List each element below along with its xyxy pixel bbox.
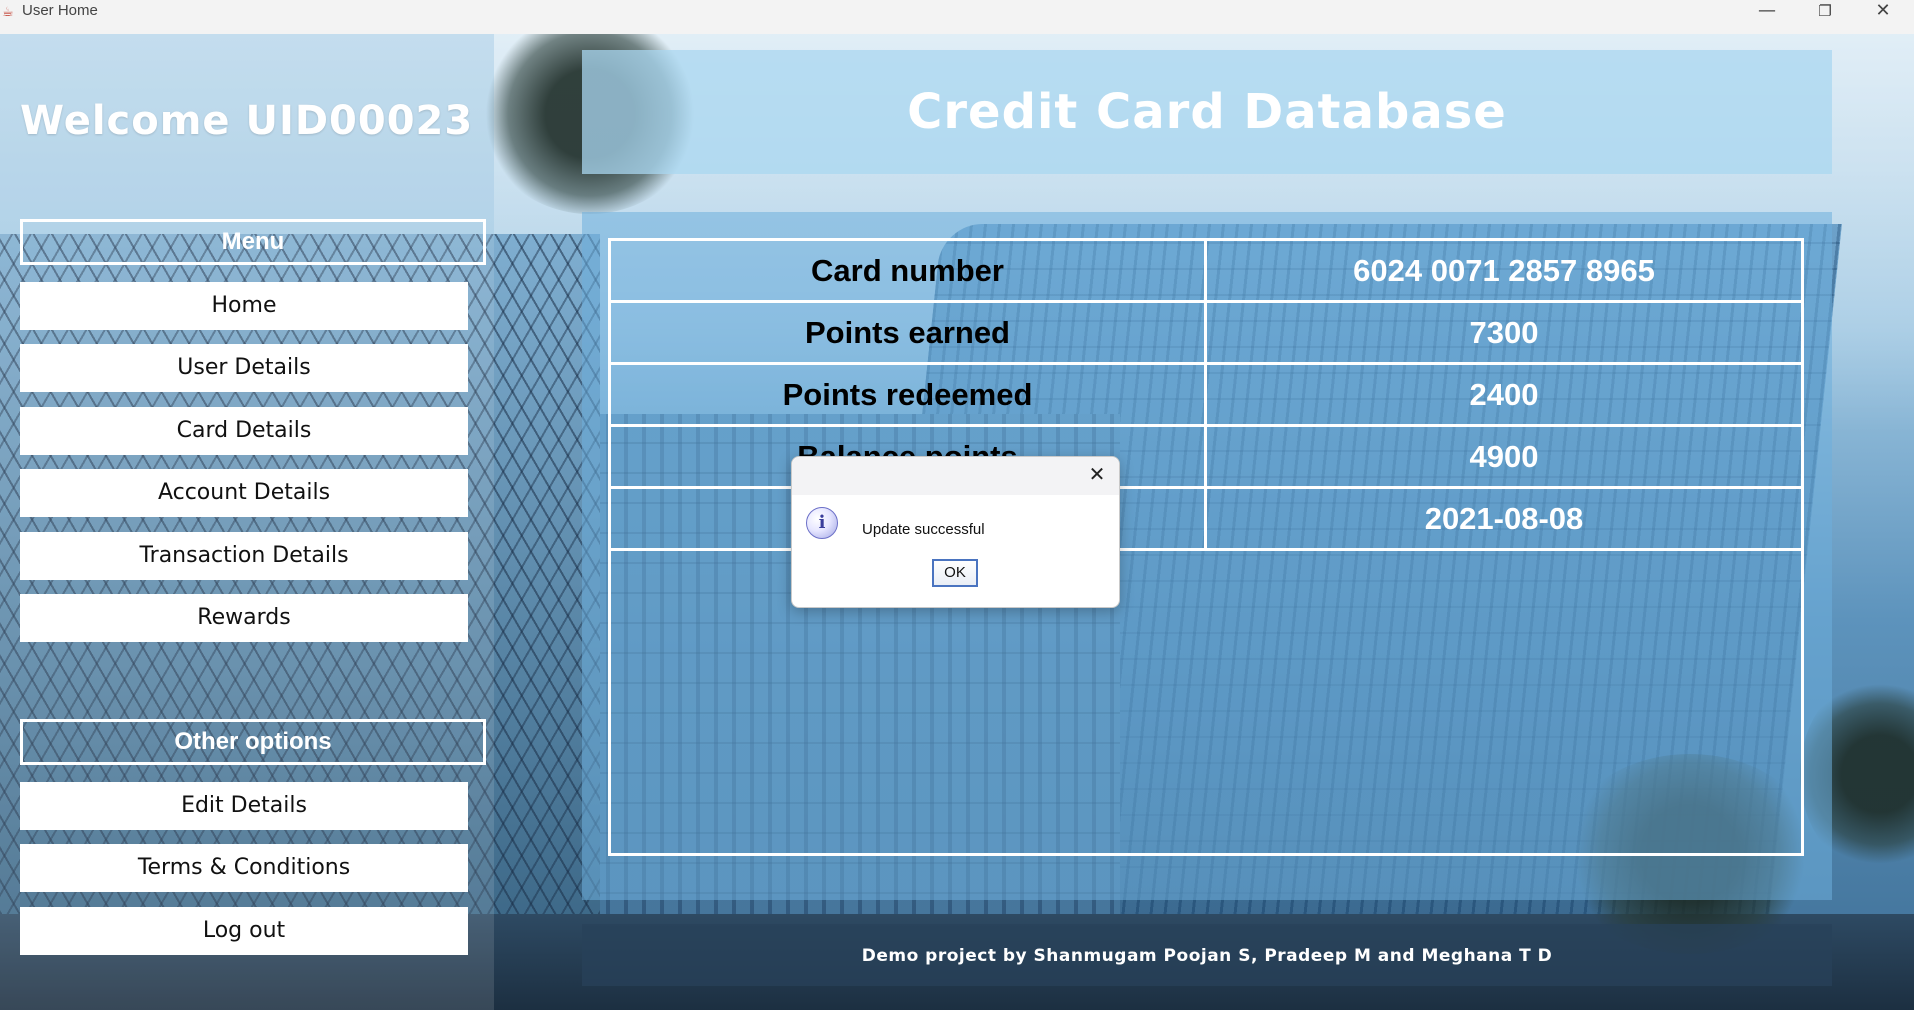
account-details-button[interactable]: Account Details <box>20 469 468 517</box>
dialog-titlebar: ✕ <box>792 457 1119 495</box>
row-value: 2400 <box>1469 377 1539 412</box>
information-icon: i <box>806 507 838 539</box>
other-options-header: Other options <box>20 719 486 765</box>
table-row: Card number 6024 0071 2857 8965 <box>611 241 1801 303</box>
java-cup-icon: ☕ <box>2 5 14 20</box>
card-details-table: Card number 6024 0071 2857 8965 Points e… <box>608 238 1804 856</box>
welcome-heading: Welcome UID00023 <box>20 98 474 144</box>
row-label: Points redeemed <box>611 365 1207 424</box>
table-row: Points redeemed 2400 <box>611 365 1801 427</box>
close-icon[interactable]: ✕ <box>1085 463 1109 487</box>
table-row: Points earned 7300 <box>611 303 1801 365</box>
edit-details-button[interactable]: Edit Details <box>20 782 468 830</box>
sidebar: Welcome UID00023 Menu Home User Details … <box>0 34 494 1010</box>
row-label: Points earned <box>611 303 1207 362</box>
rewards-button[interactable]: Rewards <box>20 594 468 642</box>
home-button[interactable]: Home <box>20 282 468 330</box>
minimize-icon[interactable]: — <box>1738 0 1796 30</box>
dialog-message: Update successful <box>862 521 985 538</box>
menu-header: Menu <box>20 219 486 265</box>
row-label: Card number <box>611 241 1207 300</box>
row-value: 4900 <box>1469 439 1539 474</box>
window-titlebar: ☕ User Home — ❐ ✕ <box>0 0 1914 35</box>
page-title: Credit Card Database <box>907 84 1507 140</box>
ok-button[interactable]: OK <box>932 559 978 587</box>
footer: Demo project by Shanmugam Poojan S, Prad… <box>582 924 1832 986</box>
card-details-button[interactable]: Card Details <box>20 407 468 455</box>
row-value: 7300 <box>1469 315 1539 350</box>
close-window-icon[interactable]: ✕ <box>1854 0 1912 30</box>
terms-conditions-button[interactable]: Terms & Conditions <box>20 844 468 892</box>
card-details-panel: Card number 6024 0071 2857 8965 Points e… <box>582 212 1832 900</box>
row-value: 2021-08-08 <box>1424 501 1584 536</box>
user-details-button[interactable]: User Details <box>20 344 468 392</box>
transaction-details-button[interactable]: Transaction Details <box>20 532 468 580</box>
log-out-button[interactable]: Log out <box>20 907 468 955</box>
table-row: 2021-08-08 <box>611 489 1801 551</box>
page-header: Credit Card Database <box>582 50 1832 174</box>
footer-credits: Demo project by Shanmugam Poojan S, Prad… <box>861 946 1553 966</box>
message-dialog: ✕ i Update successful OK <box>791 456 1120 608</box>
restore-icon[interactable]: ❐ <box>1796 0 1854 30</box>
table-row: Balance points 4900 <box>611 427 1801 489</box>
window-title: User Home <box>22 2 98 19</box>
row-value: 6024 0071 2857 8965 <box>1353 253 1655 288</box>
